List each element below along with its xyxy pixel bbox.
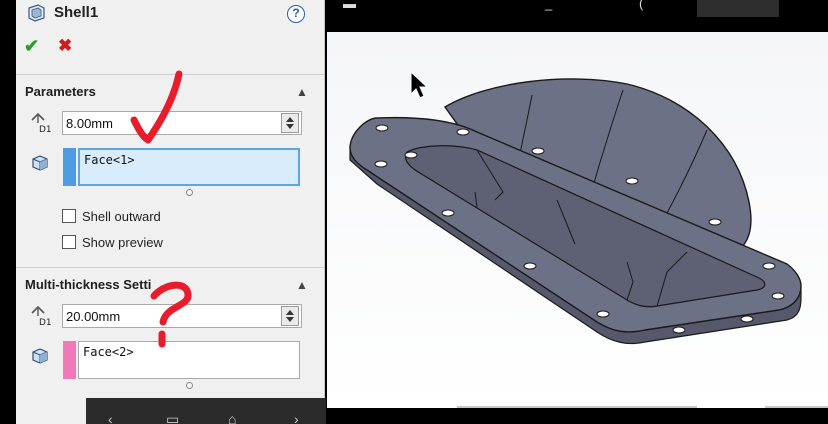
multi-thickness-group-header[interactable]: Multi-thickness Setti	[25, 277, 151, 292]
shell-part-model	[349, 70, 802, 345]
save-icon[interactable]: ▭	[166, 412, 179, 424]
shell-property-manager: Shell1 ? ✔ ✖ Parameters ▲ D1 8.00mm Face…	[16, 0, 325, 424]
help-icon[interactable]: ?	[287, 5, 305, 23]
collapse-parameters-icon[interactable]: ▲	[296, 86, 312, 98]
delete-icon[interactable]: ⌂	[228, 412, 236, 424]
list-resize-handle[interactable]	[186, 189, 193, 196]
faces-to-remove-icon	[32, 155, 48, 171]
multi-faces-color-swatch	[63, 341, 76, 379]
collapse-multi-thickness-icon[interactable]: ▲	[296, 279, 312, 291]
solidworks-window: Shell1 ? ✔ ✖ Parameters ▲ D1 8.00mm Face…	[0, 0, 828, 424]
faces-color-swatch	[63, 148, 76, 186]
thickness-dimension-icon: D1	[31, 112, 52, 135]
view-toolbar-icon[interactable]: ▬	[343, 0, 356, 11]
feature-title: Shell1	[54, 4, 99, 21]
feature-title-bar: Shell1 ?	[16, 0, 324, 28]
parameters-group-header[interactable]: Parameters	[25, 84, 96, 99]
group-divider	[16, 74, 324, 75]
faces-to-remove-item[interactable]: Face<1>	[84, 153, 135, 167]
dim-label: D1	[39, 318, 52, 328]
show-preview-label[interactable]: Show preview	[82, 235, 163, 250]
multi-thickness-input[interactable]: 20.00mm	[62, 304, 302, 328]
bottom-toolbar: ‹ ▭ ⌂ ›	[86, 398, 326, 424]
spin-up-icon[interactable]	[286, 310, 294, 315]
view-toolbar-icon[interactable]: (	[639, 0, 643, 11]
viewport-toolbar-button[interactable]	[697, 0, 779, 17]
graphics-viewport[interactable]: ▬ _ (	[327, 0, 828, 424]
spin-down-icon[interactable]	[286, 124, 294, 129]
multi-thickness-faces-icon	[32, 348, 48, 364]
model-canvas[interactable]	[327, 32, 828, 408]
view-toolbar-icon[interactable]: _	[545, 0, 552, 11]
spin-down-icon[interactable]	[286, 317, 294, 322]
multi-thickness-faces-box[interactable]: Face<2>	[78, 341, 300, 379]
shell-outward-label[interactable]: Shell outward	[82, 209, 161, 224]
shell-outward-checkbox[interactable]	[62, 209, 76, 223]
spin-up-icon[interactable]	[286, 117, 294, 122]
previous-icon[interactable]: ‹	[108, 412, 113, 424]
viewport-top-toolbar: ▬ _ (	[327, 0, 828, 32]
thickness-value: 8.00mm	[66, 116, 113, 131]
next-icon[interactable]: ›	[294, 412, 299, 424]
multi-thickness-value: 20.00mm	[66, 309, 121, 324]
thickness-input[interactable]: 8.00mm	[62, 111, 302, 135]
multi-thickness-spinner[interactable]	[281, 306, 299, 326]
ok-button[interactable]: ✔	[24, 36, 44, 56]
multi-thickness-dimension-icon: D1	[31, 305, 52, 328]
thickness-spinner[interactable]	[281, 113, 299, 133]
show-preview-checkbox[interactable]	[62, 235, 76, 249]
multi-thickness-faces-item[interactable]: Face<2>	[83, 345, 134, 359]
viewport-bottom-bar	[327, 408, 828, 424]
mouse-pointer-icon	[410, 70, 429, 99]
group-divider	[16, 267, 324, 268]
faces-to-remove-box[interactable]: Face<1>	[78, 148, 300, 186]
cancel-button[interactable]: ✖	[58, 36, 78, 56]
list-resize-handle[interactable]	[186, 382, 193, 389]
dim-label: D1	[39, 125, 52, 135]
shell-feature-icon	[28, 4, 45, 22]
